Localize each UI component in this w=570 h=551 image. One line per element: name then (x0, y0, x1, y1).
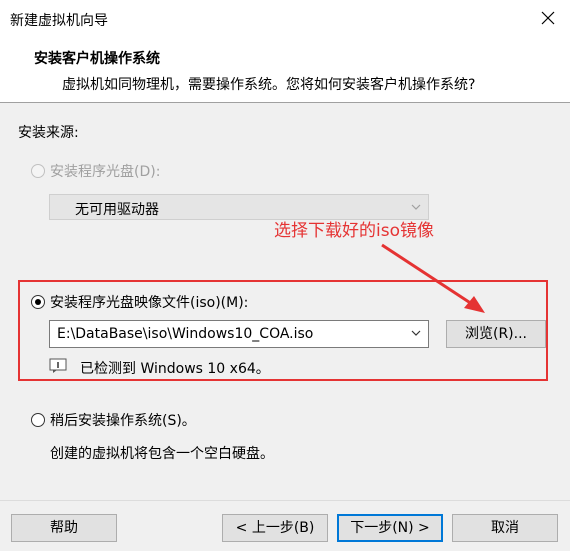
help-button[interactable]: 帮助 (11, 514, 117, 542)
next-button[interactable]: 下一步(N) > (337, 514, 443, 542)
disc-option-label: 安装程序光盘(D): (50, 164, 161, 180)
disc-radio (31, 164, 45, 178)
chevron-down-icon[interactable] (410, 324, 422, 342)
wizard-header: 安装客户机操作系统 虚拟机如同物理机，需要操作系统。您将如何安装客户机操作系统? (0, 38, 570, 103)
detected-os-text: 已检测到 Windows 10 x64。 (80, 361, 270, 377)
iso-radio[interactable] (31, 295, 45, 309)
page-subtitle: 虚拟机如同物理机，需要操作系统。您将如何安装客户机操作系统? (62, 77, 476, 93)
chevron-down-icon (411, 204, 421, 210)
close-icon[interactable] (538, 8, 558, 28)
window-title: 新建虚拟机向导 (10, 13, 108, 29)
cancel-button[interactable]: 取消 (452, 514, 558, 542)
annotation-text: 选择下载好的iso镜像 (274, 221, 434, 241)
browse-button[interactable]: 浏览(R)... (446, 320, 546, 348)
later-option-description: 创建的虚拟机将包含一个空白硬盘。 (50, 446, 274, 462)
info-icon (49, 358, 67, 373)
iso-option-label[interactable]: 安装程序光盘映像文件(iso)(M): (50, 292, 248, 312)
install-source-label: 安装来源: (18, 125, 79, 141)
later-option-label[interactable]: 稍后安装操作系统(S)。 (50, 410, 196, 430)
page-title: 安装客户机操作系统 (34, 51, 160, 67)
footer-divider (0, 500, 570, 501)
iso-path-value[interactable]: E:\DataBase\iso\Windows10_COA.iso (57, 326, 313, 342)
back-button[interactable]: < 上一步(B) (222, 514, 328, 542)
later-radio[interactable] (31, 413, 45, 427)
drive-select-value: 无可用驱动器 (75, 202, 159, 218)
title-bar: 新建虚拟机向导 (0, 0, 570, 38)
iso-path-combo[interactable]: E:\DataBase\iso\Windows10_COA.iso (49, 320, 429, 348)
